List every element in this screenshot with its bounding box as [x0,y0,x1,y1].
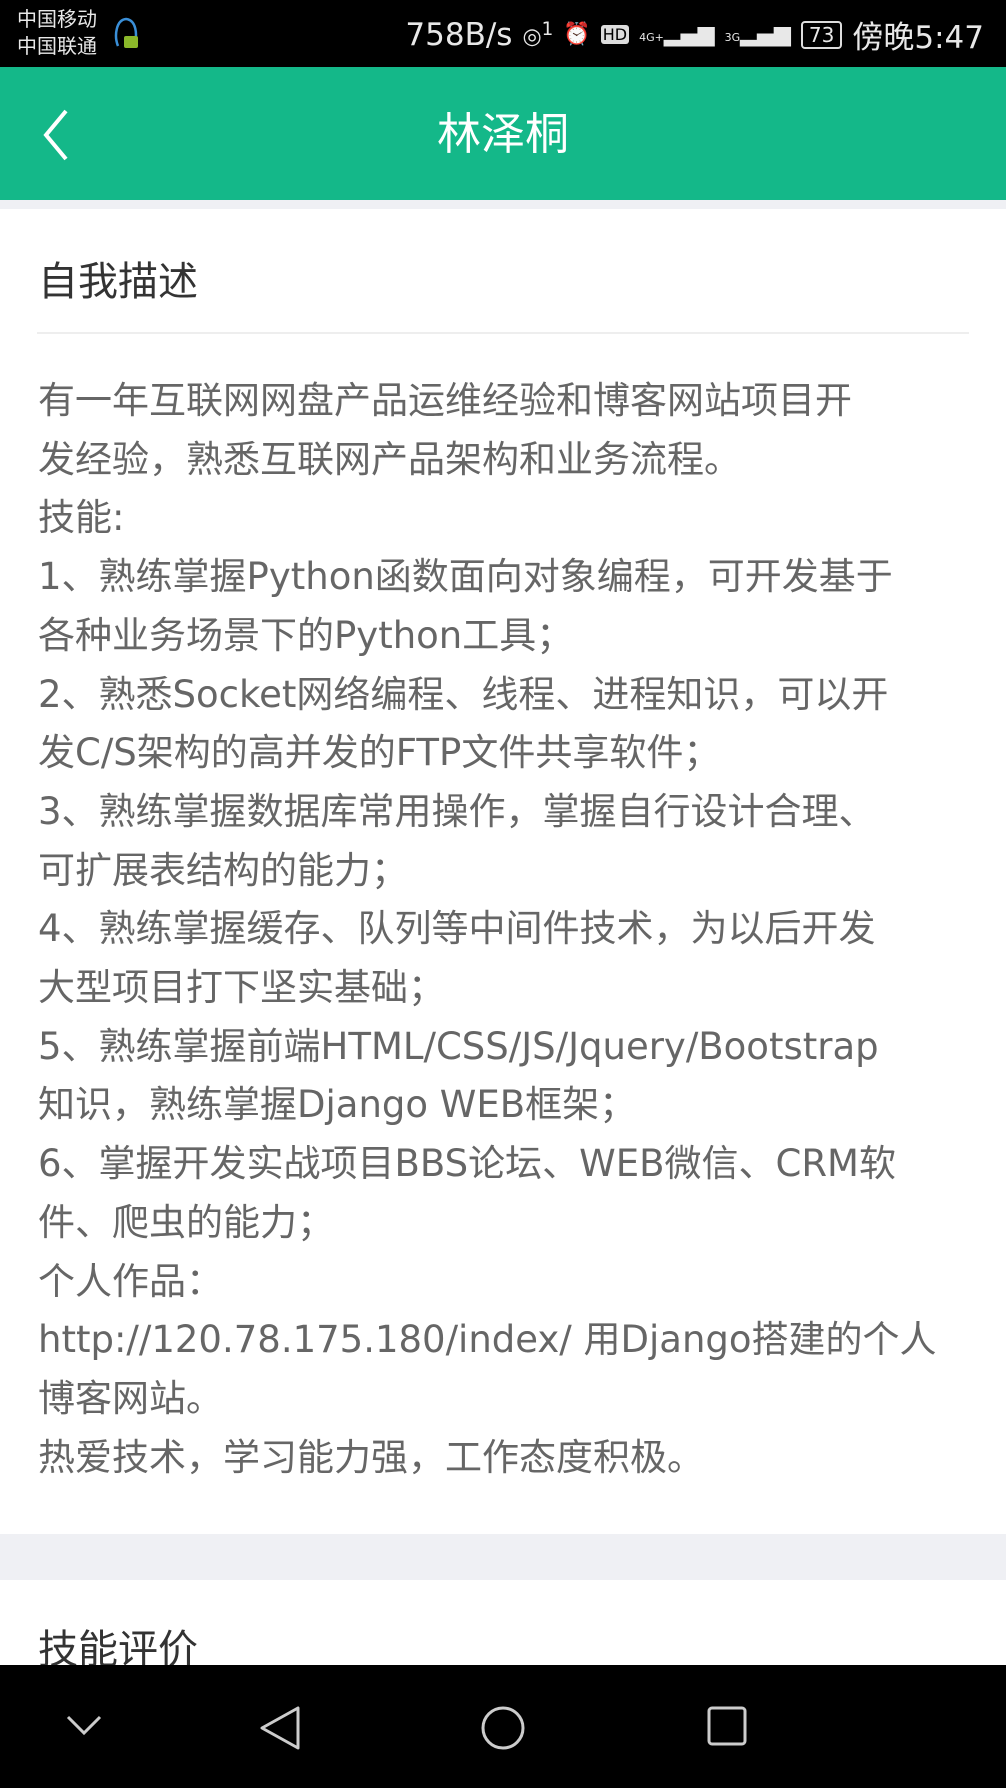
home-nav-button[interactable] [480,1705,526,1751]
description-line: 有一年互联网网盘产品运维经验和博客网站项目开 [38,379,852,422]
description-line: 可扩展表结构的能力； [38,848,408,892]
alarm-icon: ⏰ [563,22,591,47]
carrier-2: 中国联通 [17,34,97,58]
description-line: http://120.78.175.180/index/ 用Django搭建的个… [38,1318,937,1362]
description-line: 5、熟练掌握前端HTML/CSS/JS/Jquery/Bootstrap [38,1024,879,1068]
description-line: 3、熟练掌握数据库常用操作，掌握自行设计合理、 [38,789,876,833]
qq-notification-icon [114,17,138,48]
description-line: 大型项目打下坚实基础； [38,966,445,1010]
description-line: 技能: [38,496,125,540]
hd-icon: HD [600,25,630,44]
description-line: 热爱技术，学习能力强，工作态度积极。 [38,1435,704,1479]
status-bar: 中国移动 中国联通 758B/s ◎1 ⏰ HD 4G+▂▄▆ 3G▂▄▆ 73… [0,0,1006,67]
description-line: 4、熟练掌握缓存、队列等中间件技术，为以后开发 [38,907,876,951]
hotspot-icon: ◎1 [522,19,554,50]
net-speed: 758B/s [405,16,513,53]
recents-nav-button[interactable] [706,1705,748,1747]
system-nav-bar [0,1665,1006,1788]
description-line: 发C/S架构的高并发的FTP文件共享软件； [38,731,721,775]
description-line: 发经验，熟悉互联网产品架构和业务流程。 [38,437,741,481]
carriers: 中国移动 中国联通 [17,6,97,60]
description-text: 有一年互联网网盘产品运维经验和博客网站项目开 发经验，熟悉互联网产品架构和业务流程… [38,372,978,1487]
back-nav-button[interactable] [258,1705,302,1751]
description-line: 2、熟悉Socket网络编程、线程、进程知识，可以开 [38,672,889,716]
hide-nav-button[interactable] [64,1705,104,1745]
page-title: 林泽桐 [437,109,569,160]
carrier-1: 中国移动 [17,7,97,31]
description-line: 各种业务场景下的Python工具； [38,613,574,657]
clock: 傍晚5:47 [852,20,984,56]
description-line: 博客网站。 [38,1376,223,1420]
description-line: 知识，熟练掌握Django WEB框架； [38,1083,637,1127]
divider [37,332,969,334]
app-header: 林泽桐 [0,67,1006,200]
signal-3g-icon: 3G▂▄▆ [724,22,791,47]
self-description-card: 自我描述 有一年互联网网盘产品运维经验和博客网站项目开 发经验，熟悉互联网产品架构… [0,209,1006,1534]
signal-4g-icon: 4G+▂▄▆ [639,22,715,47]
description-line: 1、熟练掌握Python函数面向对象编程，可开发基于 [38,555,893,599]
section-title: 自我描述 [38,259,198,305]
battery-icon: 73 [800,20,843,49]
description-line: 6、掌握开发实战项目BBS论坛、WEB微信、CRM软 [38,1142,896,1186]
description-line: 件、爬虫的能力； [38,1200,334,1244]
description-line: 个人作品： [38,1259,223,1303]
